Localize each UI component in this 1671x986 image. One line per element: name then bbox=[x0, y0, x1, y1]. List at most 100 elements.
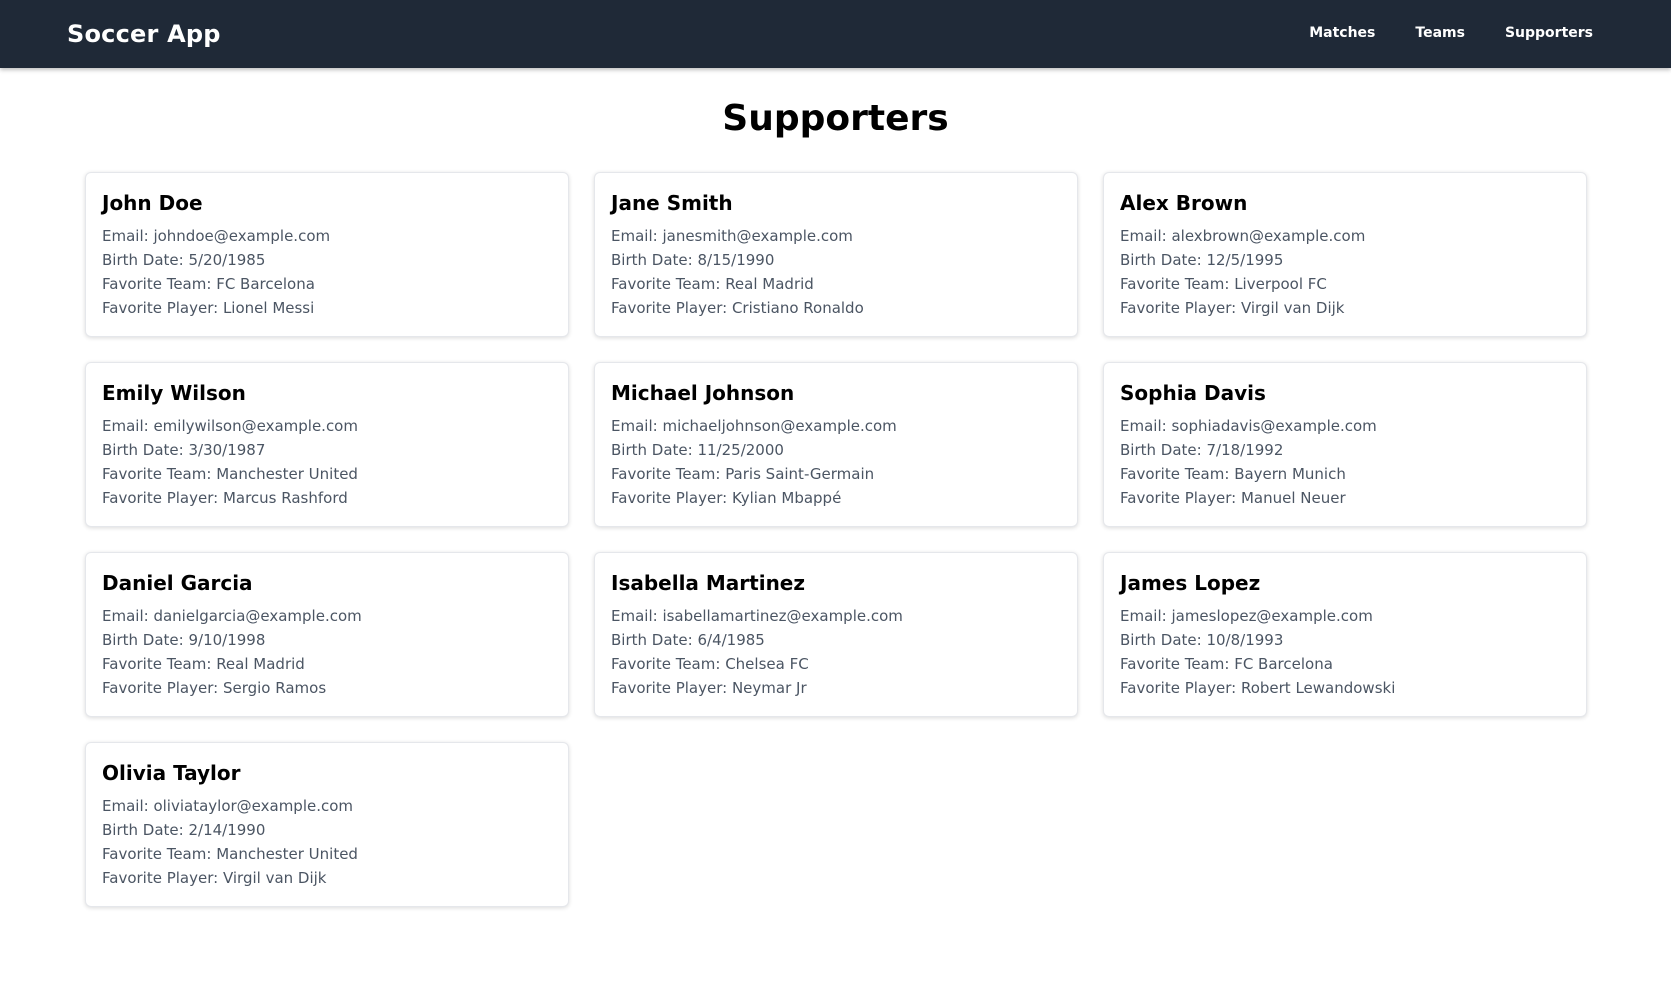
nav-links: Matches Teams Supporters bbox=[1309, 25, 1593, 41]
supporter-email-label: Email: bbox=[611, 227, 663, 245]
supporter-favorite-team-value: FC Barcelona bbox=[1234, 655, 1333, 673]
supporter-favorite-player-label: Favorite Player: bbox=[102, 679, 223, 697]
nav-link-teams[interactable]: Teams bbox=[1415, 25, 1465, 41]
supporter-favorite-player-label: Favorite Player: bbox=[1120, 679, 1241, 697]
supporter-email-label: Email: bbox=[102, 227, 154, 245]
supporter-birth-date: Birth Date: 5/20/1985 bbox=[102, 248, 552, 272]
supporter-email: Email: alexbrown@example.com bbox=[1120, 224, 1570, 248]
supporter-favorite-team: Favorite Team: Real Madrid bbox=[611, 272, 1061, 296]
supporter-birth-date: Birth Date: 8/15/1990 bbox=[611, 248, 1061, 272]
page-title: Supporters bbox=[722, 98, 949, 139]
supporter-favorite-player: Favorite Player: Virgil van Dijk bbox=[1120, 296, 1570, 320]
supporter-email: Email: danielgarcia@example.com bbox=[102, 604, 552, 628]
supporter-name: James Lopez bbox=[1120, 571, 1261, 595]
brand-logo[interactable]: Soccer App bbox=[67, 20, 221, 48]
supporter-card: Sophia Davis Email: sophiadavis@example.c… bbox=[1103, 362, 1587, 527]
supporter-email-value: emilywilson@example.com bbox=[153, 417, 358, 435]
supporter-email-label: Email: bbox=[102, 797, 154, 815]
supporter-card: Michael Johnson Email: michaeljohnson@exa… bbox=[594, 362, 1078, 527]
supporter-favorite-player-label: Favorite Player: bbox=[611, 489, 732, 507]
supporter-favorite-team: Favorite Team: FC Barcelona bbox=[1120, 652, 1570, 676]
supporter-favorite-team-value: Real Madrid bbox=[216, 655, 305, 673]
supporter-favorite-team-value: Bayern Munich bbox=[1234, 465, 1346, 483]
supporter-email-value: isabellamartinez@example.com bbox=[662, 607, 903, 625]
supporter-card: Daniel Garcia Email: danielgarcia@example… bbox=[85, 552, 569, 717]
supporter-birth-date-value: 5/20/1985 bbox=[188, 251, 266, 269]
supporter-favorite-team-value: Paris Saint-Germain bbox=[725, 465, 875, 483]
supporter-name: Emily Wilson bbox=[102, 381, 246, 405]
supporter-favorite-player-label: Favorite Player: bbox=[102, 869, 223, 887]
supporter-email: Email: johndoe@example.com bbox=[102, 224, 552, 248]
supporter-favorite-team-label: Favorite Team: bbox=[1120, 275, 1235, 293]
supporter-birth-date: Birth Date: 9/10/1998 bbox=[102, 628, 552, 652]
supporter-name: Daniel Garcia bbox=[102, 571, 253, 595]
supporter-email: Email: michaeljohnson@example.com bbox=[611, 414, 1061, 438]
supporter-name: Jane Smith bbox=[611, 191, 733, 215]
supporter-email-label: Email: bbox=[102, 417, 154, 435]
supporter-email-value: alexbrown@example.com bbox=[1171, 227, 1366, 245]
supporter-favorite-team: Favorite Team: FC Barcelona bbox=[102, 272, 552, 296]
supporter-birth-date-label: Birth Date: bbox=[102, 631, 189, 649]
supporter-birth-date: Birth Date: 3/30/1987 bbox=[102, 438, 552, 462]
supporter-card: Emily Wilson Email: emilywilson@example.c… bbox=[85, 362, 569, 527]
supporter-favorite-player-value: Robert Lewandowski bbox=[1240, 679, 1396, 697]
supporter-name: Isabella Martinez bbox=[611, 571, 806, 595]
supporter-favorite-team-value: Manchester United bbox=[216, 465, 358, 483]
supporter-favorite-team-value: FC Barcelona bbox=[216, 275, 315, 293]
nav-link-matches[interactable]: Matches bbox=[1309, 25, 1375, 41]
supporter-favorite-player-value: Virgil van Dijk bbox=[222, 869, 327, 887]
supporter-favorite-team: Favorite Team: Chelsea FC bbox=[611, 652, 1061, 676]
supporter-favorite-team-value: Real Madrid bbox=[725, 275, 814, 293]
supporter-favorite-player-value: Neymar Jr bbox=[731, 679, 807, 697]
supporter-name: Olivia Taylor bbox=[102, 761, 241, 785]
supporter-favorite-player-value: Sergio Ramos bbox=[222, 679, 327, 697]
supporter-birth-date-label: Birth Date: bbox=[102, 441, 189, 459]
supporter-email: Email: janesmith@example.com bbox=[611, 224, 1061, 248]
supporter-birth-date-value: 7/18/1992 bbox=[1206, 441, 1284, 459]
supporter-grid: John Doe Email: johndoe@example.com Birth … bbox=[85, 172, 1588, 907]
supporter-favorite-team-label: Favorite Team: bbox=[102, 845, 217, 863]
supporter-email: Email: emilywilson@example.com bbox=[102, 414, 552, 438]
supporter-birth-date-value: 8/15/1990 bbox=[697, 251, 775, 269]
supporter-favorite-player-label: Favorite Player: bbox=[102, 489, 223, 507]
supporter-name: Alex Brown bbox=[1120, 191, 1248, 215]
supporter-favorite-team-label: Favorite Team: bbox=[611, 465, 726, 483]
supporter-favorite-team-label: Favorite Team: bbox=[102, 655, 217, 673]
supporter-birth-date-label: Birth Date: bbox=[611, 251, 698, 269]
supporter-favorite-player-value: Cristiano Ronaldo bbox=[731, 299, 864, 317]
supporter-favorite-team-label: Favorite Team: bbox=[102, 465, 217, 483]
supporter-email-value: johndoe@example.com bbox=[153, 227, 331, 245]
supporter-favorite-player: Favorite Player: Kylian Mbappé bbox=[611, 486, 1061, 510]
supporter-name: Sophia Davis bbox=[1120, 381, 1266, 405]
supporter-favorite-team: Favorite Team: Real Madrid bbox=[102, 652, 552, 676]
supporter-favorite-team: Favorite Team: Manchester United bbox=[102, 462, 552, 486]
supporter-favorite-player: Favorite Player: Virgil van Dijk bbox=[102, 866, 552, 890]
supporter-favorite-team-label: Favorite Team: bbox=[611, 275, 726, 293]
supporter-email-label: Email: bbox=[611, 607, 663, 625]
supporter-card: James Lopez Email: jameslopez@example.com… bbox=[1103, 552, 1587, 717]
supporter-email-value: janesmith@example.com bbox=[662, 227, 853, 245]
supporter-email-value: michaeljohnson@example.com bbox=[662, 417, 897, 435]
supporter-favorite-team-value: Chelsea FC bbox=[725, 655, 809, 673]
supporter-birth-date: Birth Date: 10/8/1993 bbox=[1120, 628, 1570, 652]
supporter-birth-date-label: Birth Date: bbox=[611, 631, 698, 649]
supporter-email-value: sophiadavis@example.com bbox=[1171, 417, 1377, 435]
supporter-birth-date-label: Birth Date: bbox=[102, 821, 189, 839]
supporter-email-label: Email: bbox=[102, 607, 154, 625]
supporter-favorite-team: Favorite Team: Paris Saint-Germain bbox=[611, 462, 1061, 486]
navbar: Soccer App Matches Teams Supporters bbox=[0, 0, 1671, 68]
supporter-favorite-player: Favorite Player: Manuel Neuer bbox=[1120, 486, 1570, 510]
supporter-email-label: Email: bbox=[611, 417, 663, 435]
supporter-card: John Doe Email: johndoe@example.com Birth … bbox=[85, 172, 569, 337]
nav-link-supporters[interactable]: Supporters bbox=[1505, 25, 1593, 41]
supporter-favorite-team-label: Favorite Team: bbox=[611, 655, 726, 673]
supporter-favorite-player-label: Favorite Player: bbox=[611, 299, 732, 317]
supporter-card: Jane Smith Email: janesmith@example.com Bi… bbox=[594, 172, 1078, 337]
supporter-birth-date-label: Birth Date: bbox=[1120, 441, 1207, 459]
supporter-birth-date-value: 9/10/1998 bbox=[188, 631, 266, 649]
supporter-card: Olivia Taylor Email: oliviataylor@example… bbox=[85, 742, 569, 907]
supporter-favorite-team-label: Favorite Team: bbox=[102, 275, 217, 293]
supporter-favorite-team: Favorite Team: Liverpool FC bbox=[1120, 272, 1570, 296]
supporter-birth-date: Birth Date: 11/25/2000 bbox=[611, 438, 1061, 462]
supporter-favorite-team: Favorite Team: Bayern Munich bbox=[1120, 462, 1570, 486]
